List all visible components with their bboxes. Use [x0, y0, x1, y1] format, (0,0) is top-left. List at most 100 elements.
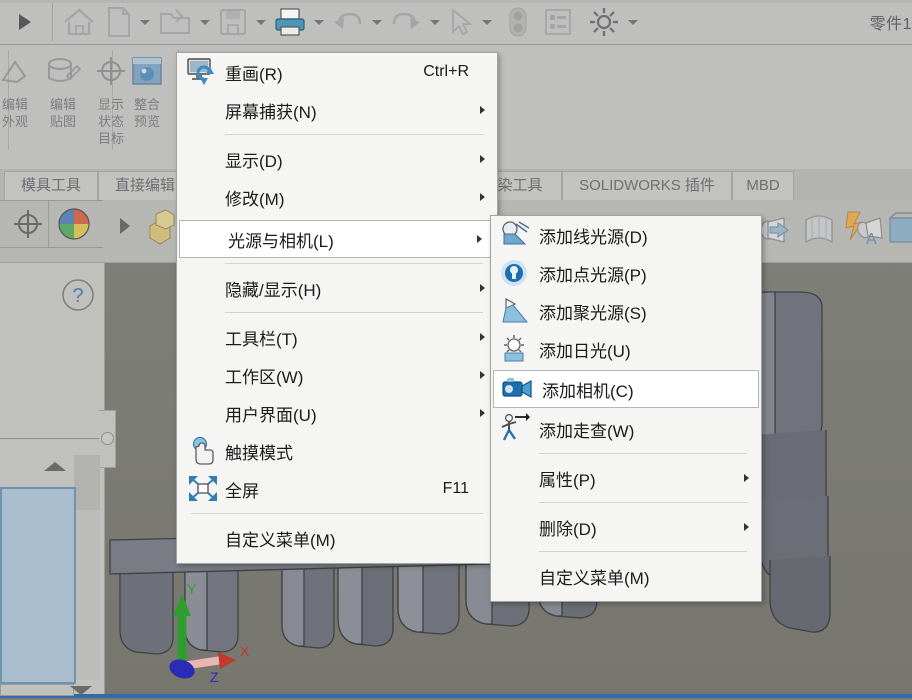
menu-item-touch-mode[interactable]: 触摸模式: [177, 432, 497, 470]
ribbon-edit-appearance[interactable]: 编辑 外观: [0, 54, 38, 130]
submenu-arrow-icon: [480, 106, 485, 114]
display-options-button[interactable]: [539, 0, 577, 44]
menu-item-modify[interactable]: 修改(M): [177, 178, 497, 216]
options-caret[interactable]: [625, 0, 641, 44]
status-bar: [0, 694, 912, 698]
ribbon-integrated-preview[interactable]: 整合 预览: [124, 54, 170, 130]
undo-caret[interactable]: [369, 0, 385, 44]
svg-text:A: A: [866, 231, 877, 248]
sunlight-icon: [491, 330, 539, 368]
target-crosshair-icon[interactable]: [6, 204, 50, 246]
chevron-down-icon: [314, 20, 324, 25]
menu-item-accel: Ctrl+R: [423, 63, 497, 81]
chevron-down-icon: [200, 20, 210, 25]
menu-item-delete[interactable]: 删除(D): [491, 508, 761, 546]
menu-item-label: 重画(R): [225, 60, 423, 85]
menu-item-label: 删除(D): [539, 515, 761, 540]
tab-mold-tools[interactable]: 模具工具: [4, 171, 98, 200]
menu-item-label: 隐藏/显示(H): [225, 276, 497, 301]
svg-text:?: ?: [72, 285, 83, 307]
save-button[interactable]: [213, 0, 253, 44]
undo-button[interactable]: [327, 0, 369, 44]
menu-item-properties[interactable]: 属性(P): [491, 459, 761, 497]
part-body-icon[interactable]: [140, 208, 180, 248]
print-button[interactable]: [269, 0, 311, 44]
open-button[interactable]: [153, 0, 197, 44]
menu-item-add-directional-light[interactable]: 添加线光源(D): [491, 216, 761, 254]
chevron-down-icon: [372, 20, 382, 25]
menu-item-screen-capture[interactable]: 屏幕捕获(N): [177, 91, 497, 129]
walkthrough-person-icon: [491, 410, 539, 448]
menu-item-label: 显示(D): [225, 147, 497, 172]
open-caret[interactable]: [197, 0, 213, 44]
ribbon-label-line1: 整合: [124, 96, 170, 113]
panel-strip-upper: [74, 455, 100, 510]
menu-item-hide-show[interactable]: 隐藏/显示(H): [177, 269, 497, 307]
camera-icon: [494, 370, 542, 408]
help-question-icon[interactable]: ?: [58, 275, 98, 315]
chevron-down-icon: [482, 20, 492, 25]
document-title: 零件1: [870, 10, 912, 34]
new-document-button[interactable]: [101, 0, 137, 44]
menu-icon-slot: [177, 519, 225, 557]
menu-item-label: 工作区(W): [225, 363, 497, 388]
submenu-arrow-icon: [480, 155, 485, 163]
menu-item-label: 添加日光(U): [539, 337, 761, 362]
menu-item-lights-and-cameras[interactable]: 光源与相机(L): [179, 220, 495, 258]
menu-item-display[interactable]: 显示(D): [177, 140, 497, 178]
submenu-arrow-icon: [480, 284, 485, 292]
menu-item-add-sunlight[interactable]: 添加日光(U): [491, 330, 761, 368]
menu-icon-slot: [491, 508, 539, 546]
menu-item-toolbars[interactable]: 工具栏(T): [177, 318, 497, 356]
chevron-down-icon: [628, 20, 638, 25]
print-caret[interactable]: [311, 0, 327, 44]
menu-item-label: 添加点光源(P): [539, 261, 761, 286]
tab-solidworks-addins[interactable]: SOLIDWORKS 插件: [562, 171, 732, 200]
menu-item-workspace[interactable]: 工作区(W): [177, 356, 497, 394]
submenu-arrow-icon: [480, 409, 485, 417]
panel-collapse-chevron[interactable]: [44, 462, 66, 471]
menu-item-add-camera[interactable]: 添加相机(C): [493, 370, 759, 408]
expand-ribbon-arrow[interactable]: [0, 0, 48, 44]
rebuild-button[interactable]: [503, 0, 533, 44]
options-button[interactable]: [583, 0, 625, 44]
ribbon-label-line1: 编辑: [40, 96, 86, 113]
menu-separator: [225, 134, 483, 135]
save-caret[interactable]: [253, 0, 269, 44]
selected-item-highlight[interactable]: [0, 487, 76, 684]
select-button[interactable]: [443, 0, 479, 44]
panel-strip-lower: [74, 510, 100, 680]
menu-item-submenu-customize[interactable]: 自定义菜单(M): [491, 557, 761, 595]
bounding-box-icon[interactable]: [884, 208, 912, 250]
menu-item-user-interface[interactable]: 用户界面(U): [177, 394, 497, 432]
menu-item-add-walkthrough[interactable]: 添加走查(W): [491, 410, 761, 448]
shell-surface-icon[interactable]: [798, 208, 840, 250]
lights-and-cameras-submenu[interactable]: 添加线光源(D) 添加点光源(P) 添加聚光源(S): [490, 215, 762, 602]
panel-expand-chevron[interactable]: [70, 686, 92, 695]
panel-grip-dot[interactable]: [101, 432, 114, 445]
menu-item-label: 属性(P): [539, 466, 761, 491]
menu-item-add-spot-light[interactable]: 添加聚光源(S): [491, 292, 761, 330]
select-caret[interactable]: [479, 0, 495, 44]
coordinate-triad: Y X Z: [130, 570, 310, 700]
menu-item-fullscreen[interactable]: 全屏 F11: [177, 470, 497, 508]
directional-light-icon: [491, 216, 539, 254]
menu-item-redraw[interactable]: 重画(R) Ctrl+R: [177, 53, 497, 91]
menu-item-customize-menu[interactable]: 自定义菜单(M): [177, 519, 497, 557]
ribbon-edit-decal[interactable]: 编辑 贴图: [40, 54, 86, 130]
lighting-text-icon[interactable]: A: [842, 208, 886, 250]
new-document-caret[interactable]: [137, 0, 153, 44]
home-button[interactable]: [57, 0, 101, 44]
redo-caret[interactable]: [427, 0, 443, 44]
menu-separator: [539, 502, 747, 503]
view-menu[interactable]: 重画(R) Ctrl+R 屏幕捕获(N) 显示(D) 修改(M) 光源与相机(L…: [176, 52, 498, 564]
menu-item-label: 添加走查(W): [539, 417, 761, 442]
appearance-sphere-icon[interactable]: [52, 204, 96, 246]
tab-mbd[interactable]: MBD: [732, 171, 794, 200]
feature-tree-expand-arrow[interactable]: [116, 216, 134, 236]
menu-item-label: 用户界面(U): [225, 401, 497, 426]
menu-icon-slot: [177, 178, 225, 216]
redo-button[interactable]: [385, 0, 427, 44]
menu-item-add-point-light[interactable]: 添加点光源(P): [491, 254, 761, 292]
point-light-icon: [491, 254, 539, 292]
